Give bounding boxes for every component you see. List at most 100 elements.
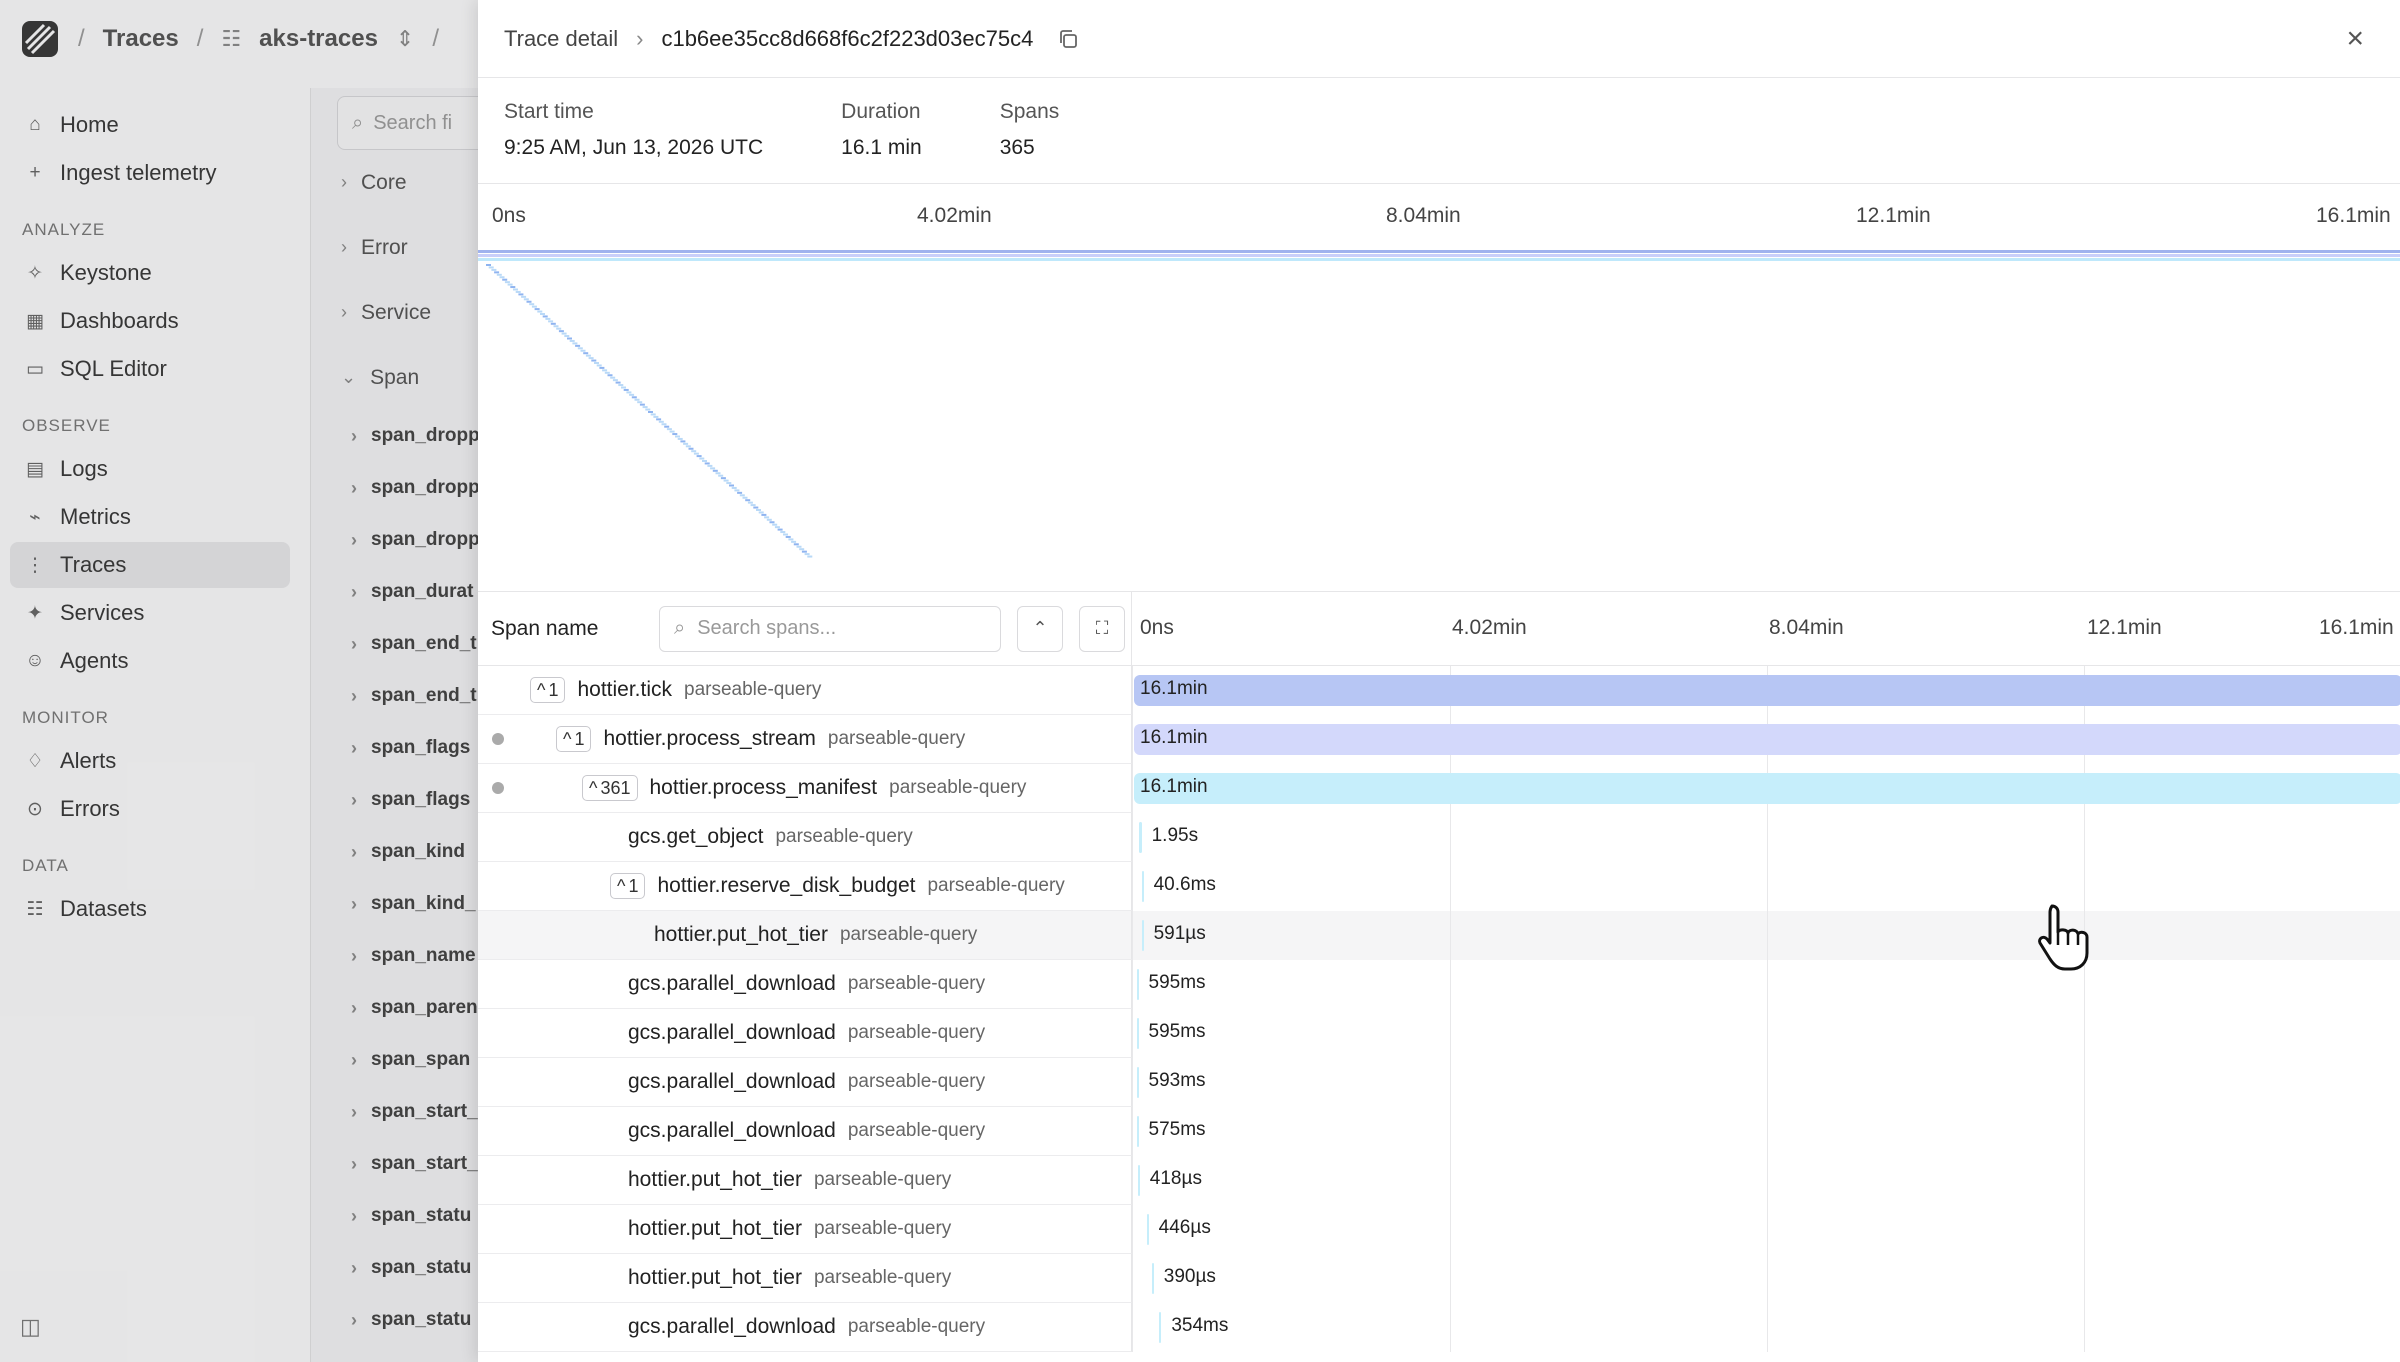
overview-span-tick (612, 379, 618, 382)
grid-line (1767, 960, 1768, 1009)
search-icon: ⌕ (674, 617, 686, 639)
overview-span-tick (575, 344, 581, 347)
overview-span-tick (685, 445, 691, 448)
overview-span-tick (585, 354, 591, 357)
span-row[interactable]: hottier.put_hot_tier parseable-query 446µs (478, 1205, 2400, 1254)
grid-line (2084, 1107, 2085, 1156)
span-bar[interactable] (1159, 1312, 1162, 1343)
overview-span-tick (486, 264, 491, 266)
span-bar[interactable] (1141, 871, 1144, 902)
span-row[interactable]: hottier.put_hot_tier parseable-query 418µs (478, 1156, 2400, 1205)
grid-line (1767, 1009, 1768, 1058)
overview-span-tick (707, 464, 713, 467)
grid-line (1450, 1107, 1451, 1156)
span-row[interactable]: gcs.parallel_download parseable-query 593m… (478, 1058, 2400, 1107)
overview-span-tick (537, 310, 543, 313)
span-duration: 591µs (1153, 923, 1206, 944)
span-row[interactable]: ^ 361 hottier.process_manifest parseable-qu… (478, 764, 2400, 813)
time-tick: 4.02min (1452, 615, 1527, 639)
collapse-children-toggle[interactable]: ^ 361 (582, 775, 638, 801)
span-bar[interactable] (1137, 1165, 1140, 1196)
grid-line (1132, 1205, 1133, 1254)
overview-span-tick (577, 347, 583, 350)
span-name: gcs.parallel_download (628, 972, 836, 995)
span-service: parseable-query (847, 1316, 986, 1337)
span-duration: 40.6ms (1153, 874, 1216, 895)
chevron-right-icon: › (636, 25, 644, 51)
span-bar[interactable] (1136, 969, 1139, 1000)
time-tick: 8.04min (1769, 615, 1844, 639)
grid-line (2084, 1205, 2085, 1254)
span-name: gcs.get_object (628, 825, 764, 848)
span-row[interactable]: ^ 1 hottier.process_stream parseable-query 1… (478, 715, 2400, 764)
overview-root-span (478, 258, 2400, 261)
collapse-children-toggle[interactable]: ^ 1 (610, 873, 646, 899)
span-name: gcs.parallel_download (628, 1315, 836, 1338)
overview-span-tick (718, 474, 724, 477)
span-bar[interactable] (1146, 1214, 1149, 1245)
span-bar[interactable] (1136, 1116, 1139, 1147)
grid-line (1132, 1156, 1133, 1205)
span-bar[interactable] (1134, 773, 2400, 804)
span-bar[interactable] (1151, 1263, 1154, 1294)
overview-root-span (478, 254, 2400, 257)
close-icon[interactable]: × (2346, 22, 2364, 56)
span-duration: 446µs (1158, 1217, 1211, 1238)
overview-span-tick (507, 283, 513, 286)
overview-span-tick (761, 513, 767, 516)
collapse-children-toggle[interactable]: ^ 1 (530, 677, 566, 703)
search-spans-input[interactable]: ⌕ Search spans... (659, 605, 1001, 652)
duration-value: 16.1 min (841, 136, 922, 159)
collapse-children-toggle[interactable]: ^ 1 (556, 726, 592, 752)
span-bar[interactable] (1136, 1067, 1139, 1098)
span-row[interactable]: gcs.parallel_download parseable-query 575m… (478, 1107, 2400, 1156)
span-row[interactable]: gcs.parallel_download parseable-query 354m… (478, 1303, 2400, 1352)
grid-line (1132, 960, 1133, 1009)
overview-span-tick (634, 398, 640, 401)
copy-icon[interactable] (1057, 28, 1079, 50)
span-row[interactable]: gcs.parallel_download parseable-query 595m… (478, 1009, 2400, 1058)
span-row[interactable]: ^ 1 hottier.reserve_disk_budget parseable-q… (478, 862, 2400, 911)
span-rows: ^ 1 hottier.tick parseable-query 16.1min ^ 1 ho… (478, 666, 2400, 1352)
span-row-timeline: 16.1min (1132, 715, 2400, 764)
span-bar[interactable] (1139, 822, 1142, 853)
span-row-timeline: 595ms (1132, 1009, 2400, 1058)
overview-span-tick (623, 388, 629, 391)
overview-span-tick (742, 496, 748, 499)
overview-root-span (478, 250, 2400, 253)
span-row[interactable]: hottier.put_hot_tier parseable-query 591µs (478, 911, 2400, 960)
span-service: parseable-query (839, 924, 978, 945)
span-row-timeline: 446µs (1132, 1205, 2400, 1254)
span-row-name-cell: gcs.parallel_download parseable-query (478, 960, 1132, 1009)
hand-cursor-icon (2038, 904, 2089, 971)
span-bar[interactable] (1134, 724, 2400, 755)
grid-line (1132, 813, 1133, 862)
expand-view-button[interactable]: ⛶ (1079, 605, 1125, 652)
maximize-icon: ⛶ (1095, 618, 1109, 638)
grid-line (1450, 911, 1451, 960)
span-bar[interactable] (1141, 920, 1144, 951)
grid-line (1450, 1058, 1451, 1107)
overview-span-tick (653, 415, 659, 418)
span-bar[interactable] (1136, 1018, 1139, 1049)
collapse-all-button[interactable]: ⌃ (1017, 605, 1063, 652)
overview-span-tick (804, 553, 810, 556)
span-row[interactable]: ^ 1 hottier.tick parseable-query 16.1min (478, 666, 2400, 715)
span-row[interactable]: hottier.put_hot_tier parseable-query 390µs (478, 1254, 2400, 1303)
span-row[interactable]: gcs.parallel_download parseable-query 595m… (478, 960, 2400, 1009)
span-waterfall: Span name ⌕ Search spans... ⌃ ⛶ 0ns 4.02… (478, 591, 2400, 1362)
span-duration: 575ms (1148, 1119, 1206, 1140)
start-time-stat: Start time 9:25 AM, Jun 13, 2026 UTC (504, 100, 763, 183)
grid-line (2084, 1254, 2085, 1303)
grid-line (2084, 1009, 2085, 1058)
overview-span-tick (772, 523, 778, 526)
overview-span-tick (758, 511, 764, 514)
grid-line (1450, 813, 1451, 862)
span-row[interactable]: gcs.get_object parseable-query 1.95s (478, 813, 2400, 862)
span-bar[interactable] (1134, 675, 2400, 706)
trace-overview-minimap[interactable]: 0ns 4.02min 8.04min 12.1min 16.1min (478, 184, 2400, 592)
grid-line (1767, 1156, 1768, 1205)
trace-detail-panel: Trace detail › c1b6ee35cc8d668f6c2f223d0… (478, 0, 2400, 1362)
overview-span-tick (488, 266, 494, 269)
breadcrumb-trace-detail[interactable]: Trace detail (504, 26, 618, 52)
